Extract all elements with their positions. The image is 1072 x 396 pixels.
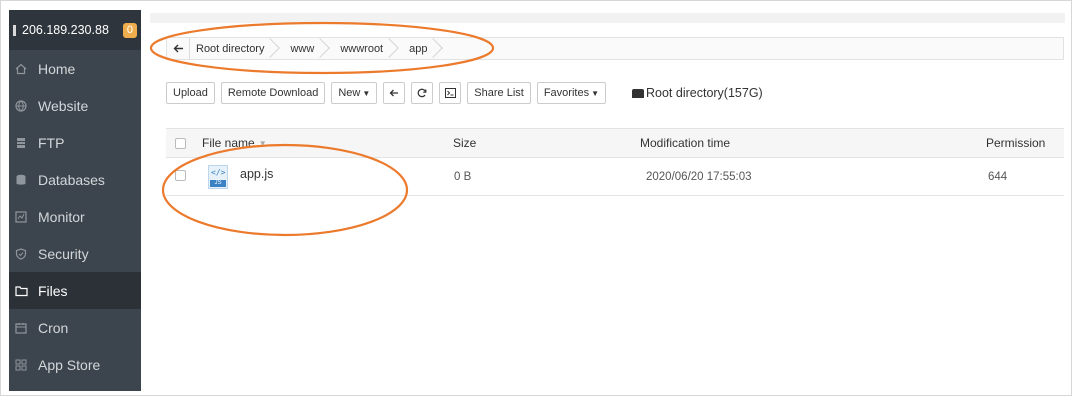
refresh-icon bbox=[417, 88, 427, 98]
row-modified-cell: 2020/06/20 17:55:03 bbox=[646, 158, 752, 195]
select-all-checkbox[interactable] bbox=[175, 137, 186, 149]
calendar-icon bbox=[14, 321, 28, 335]
database-icon bbox=[14, 173, 28, 187]
header-modification-label: Modification time bbox=[640, 136, 731, 150]
header-size-label: Size bbox=[453, 136, 477, 150]
caret-down-icon: ▼ bbox=[362, 88, 371, 98]
js-file-icon-tag: </> bbox=[211, 167, 226, 177]
sidebar-item-label: Website bbox=[38, 97, 89, 114]
file-modified-time: 2020/06/20 17:55:03 bbox=[646, 170, 752, 183]
header-file-name-label: File name bbox=[202, 136, 255, 150]
monitor-icon bbox=[14, 210, 28, 224]
server-ip: 206.189.230.88 bbox=[22, 23, 109, 37]
globe-icon bbox=[14, 99, 28, 113]
sort-caret-icon: ▼ bbox=[258, 138, 267, 148]
file-table-header: File name ▼ Size Modification time Permi… bbox=[166, 128, 1064, 158]
header-file-name[interactable]: File name ▼ bbox=[202, 129, 267, 157]
breadcrumb-item-app[interactable]: app bbox=[397, 38, 435, 59]
new-dropdown-button[interactable]: New ▼ bbox=[331, 82, 378, 104]
sidebar-item-files[interactable]: Files bbox=[9, 272, 141, 309]
main-header-strip bbox=[150, 13, 1065, 23]
sidebar-item-ftp[interactable]: FTP bbox=[9, 124, 141, 161]
row-size-cell: 0 B bbox=[454, 158, 471, 195]
sidebar-item-label: Security bbox=[38, 245, 89, 262]
row-select-cell bbox=[175, 158, 186, 195]
sidebar-item-label: Files bbox=[38, 282, 68, 299]
file-size: 0 B bbox=[454, 170, 472, 183]
grid-icon bbox=[14, 358, 28, 372]
sidebar-item-label: FTP bbox=[38, 134, 65, 151]
select-all-cell bbox=[175, 129, 186, 157]
sidebar-item-label: Monitor bbox=[38, 208, 85, 225]
arrow-left-icon bbox=[389, 89, 399, 97]
sidebar-item-monitor[interactable]: Monitor bbox=[9, 198, 141, 235]
header-permission[interactable]: Permission bbox=[986, 129, 1045, 157]
shield-icon bbox=[14, 247, 28, 261]
row-file-name-cell: </> JS app.js bbox=[208, 158, 273, 195]
row-permission-cell: 644 bbox=[988, 158, 1007, 195]
back-button[interactable] bbox=[167, 42, 189, 56]
sidebar-item-label: Cron bbox=[38, 319, 69, 336]
header-modification-time[interactable]: Modification time bbox=[640, 129, 730, 157]
sidebar-item-label: Databases bbox=[38, 171, 105, 188]
header-permission-label: Permission bbox=[986, 136, 1046, 150]
breadcrumb-item-wwwroot[interactable]: wwwroot bbox=[328, 38, 391, 59]
server-header: 206.189.230.88 0 bbox=[9, 10, 141, 50]
disk-info[interactable]: Root directory(157G) bbox=[632, 86, 763, 100]
remote-download-button[interactable]: Remote Download bbox=[220, 82, 326, 104]
ftp-icon bbox=[14, 136, 28, 150]
go-back-button[interactable] bbox=[383, 82, 406, 104]
file-name[interactable]: app.js bbox=[240, 167, 273, 181]
sidebar-item-home[interactable]: Home bbox=[9, 50, 141, 87]
breadcrumb: Root directory www wwwroot app bbox=[166, 37, 1064, 60]
js-file-icon-label: JS bbox=[210, 179, 226, 187]
terminal-icon bbox=[444, 88, 456, 98]
breadcrumb-item-root[interactable]: Root directory bbox=[189, 38, 272, 59]
breadcrumb-item-www[interactable]: www bbox=[278, 38, 322, 59]
sidebar-item-cron[interactable]: Cron bbox=[9, 309, 141, 346]
file-toolbar: Upload Remote Download New ▼ Share List F… bbox=[166, 82, 763, 104]
folder-icon bbox=[14, 284, 28, 298]
sidebar-item-databases[interactable]: Databases bbox=[9, 161, 141, 198]
new-button-label: New bbox=[338, 87, 361, 99]
arrow-left-icon bbox=[173, 44, 183, 52]
file-permission[interactable]: 644 bbox=[988, 171, 1007, 183]
home-icon bbox=[14, 62, 28, 76]
row-checkbox[interactable] bbox=[175, 170, 186, 181]
sidebar-item-app-store[interactable]: App Store bbox=[9, 346, 141, 383]
sidebar-item-label: App Store bbox=[38, 356, 101, 373]
favorites-button-label: Favorites bbox=[543, 87, 590, 99]
disk-label: Root directory(157G) bbox=[646, 86, 763, 100]
share-list-button[interactable]: Share List bbox=[467, 82, 531, 104]
sidebar-item-label: Home bbox=[38, 60, 76, 77]
table-row[interactable]: </> JS app.js 0 B 2020/06/20 17:55:03 64… bbox=[166, 158, 1064, 196]
disk-icon bbox=[632, 88, 644, 98]
sidebar: 206.189.230.88 0 Home Website FTP Databa… bbox=[9, 10, 141, 391]
sidebar-item-security[interactable]: Security bbox=[9, 235, 141, 272]
upload-button[interactable]: Upload bbox=[166, 82, 215, 104]
notification-badge[interactable]: 0 bbox=[122, 22, 138, 38]
sidebar-item-website[interactable]: Website bbox=[9, 87, 141, 124]
header-size[interactable]: Size bbox=[453, 129, 476, 157]
js-file-icon: </> JS bbox=[208, 164, 228, 189]
terminal-button[interactable] bbox=[439, 82, 462, 104]
favorites-dropdown-button[interactable]: Favorites ▼ bbox=[536, 82, 606, 104]
server-status-icon bbox=[13, 24, 16, 36]
caret-down-icon: ▼ bbox=[591, 88, 599, 98]
refresh-button[interactable] bbox=[411, 82, 434, 104]
